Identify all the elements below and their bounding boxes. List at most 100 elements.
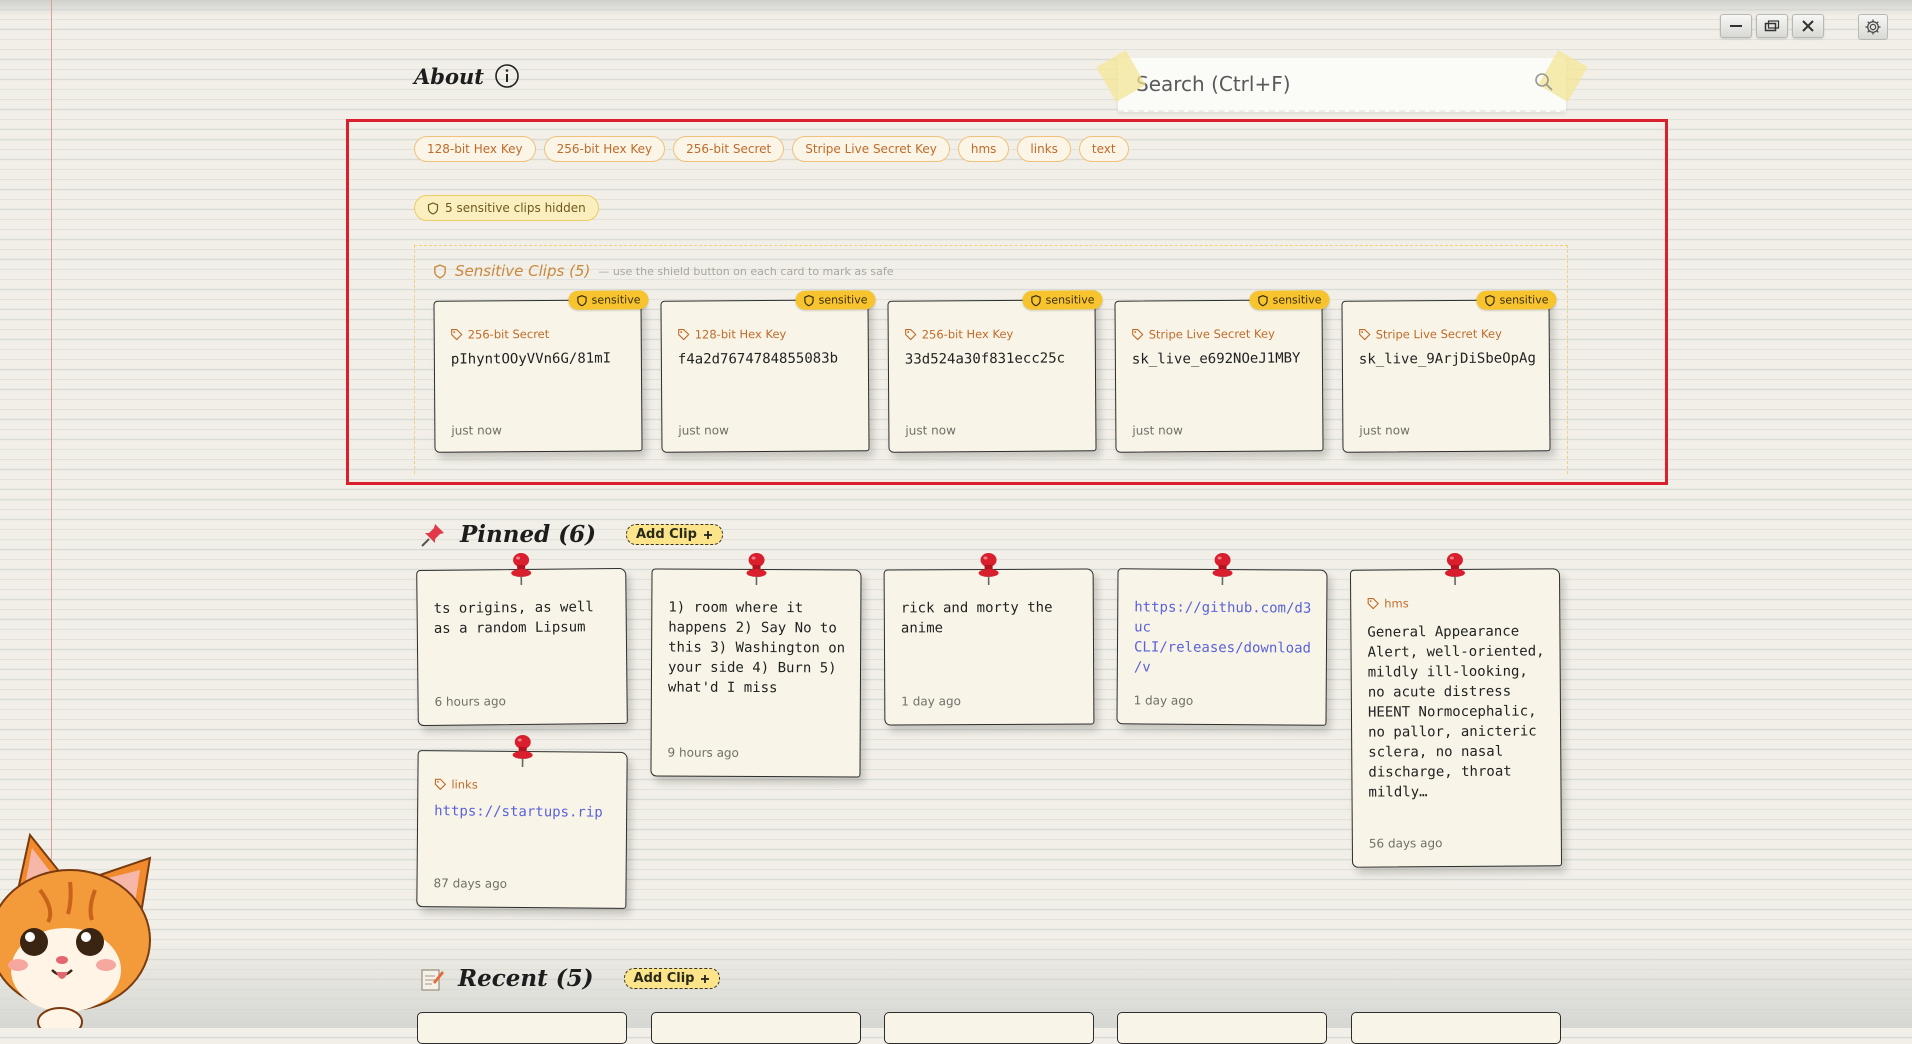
tag-icon	[905, 329, 917, 341]
info-icon[interactable]	[494, 63, 520, 89]
plus-icon	[701, 974, 710, 983]
about-title: About	[414, 63, 484, 89]
sensitive-badge[interactable]: sensitive	[795, 290, 876, 310]
note-link[interactable]: https://startups.rip	[434, 801, 612, 823]
note-time: 1 day ago	[1133, 693, 1194, 708]
tag-icon	[451, 329, 463, 341]
sensitive-hidden-label: 5 sensitive clips hidden	[445, 201, 586, 215]
note-time: 56 days ago	[1368, 836, 1443, 851]
pinned-section-header: Pinned (6) Add Clip	[420, 521, 723, 548]
shield-icon	[1031, 294, 1041, 306]
memo-icon	[421, 968, 444, 991]
close-button[interactable]	[1792, 14, 1824, 38]
sensitive-note: — use the shield button on each card to …	[598, 264, 894, 278]
card-tag-label: 128-bit Hex Key	[694, 326, 787, 342]
add-clip-button[interactable]: Add Clip	[625, 524, 723, 545]
note-tag-label: links	[451, 777, 478, 792]
sensitive-title: Sensitive Clips (5)	[455, 262, 591, 280]
pinned-note[interactable]: hms General Appearance Alert, well-orien…	[1349, 553, 1563, 868]
pinned-note[interactable]: rick and morty the anime 1 day ago	[883, 553, 1095, 726]
add-clip-button[interactable]: Add Clip	[623, 968, 721, 989]
card-tag-label: 256-bit Hex Key	[921, 326, 1014, 342]
sensitive-badge-label: sensitive	[1045, 293, 1095, 307]
shield-icon	[1485, 294, 1495, 306]
sensitive-card[interactable]: sensitive 256-bit Secret pIhyntOOyVVn6G/…	[433, 290, 649, 453]
card-value: pIhyntOOyVVn6G/81mI	[450, 350, 612, 368]
close-icon	[1802, 20, 1814, 32]
cat-mascot[interactable]	[0, 830, 160, 1028]
tag-filter[interactable]: 256-bit Secret	[673, 136, 785, 162]
note-link[interactable]: https://github.com/d3uc CLI/releases/dow…	[1134, 597, 1313, 678]
pinned-note[interactable]: ts origins, as well as a random Lipsum 6…	[416, 553, 628, 727]
note-text: 1) room where it happens 2) Say No to th…	[667, 599, 846, 697]
tag-filter[interactable]: hms	[957, 136, 1010, 162]
sensitive-header: Sensitive Clips (5) — use the shield but…	[433, 262, 893, 280]
minimize-icon	[1730, 25, 1742, 27]
tag-filter[interactable]: links	[1017, 136, 1071, 162]
sensitive-badge[interactable]: sensitive	[1476, 290, 1557, 310]
recent-note[interactable]	[1117, 1012, 1327, 1044]
sensitive-badge[interactable]: sensitive	[568, 290, 649, 310]
plus-icon	[703, 530, 712, 539]
card-time: just now	[905, 423, 956, 438]
shield-icon	[434, 263, 446, 279]
pushpin-icon	[511, 553, 532, 586]
about-header: About	[414, 63, 520, 89]
tag-icon	[434, 778, 447, 791]
pushpin-icon	[746, 553, 767, 586]
card-tag: 256-bit Hex Key	[905, 326, 1014, 342]
card-time: just now	[1359, 423, 1410, 438]
gear-icon	[1865, 19, 1881, 35]
sensitive-badge-label: sensitive	[1272, 293, 1322, 307]
note-time: 1 day ago	[901, 694, 961, 709]
sensitive-card[interactable]: sensitive 128-bit Hex Key f4a2d767478485…	[660, 290, 876, 453]
card-value: f4a2d7674784855083b	[677, 350, 839, 368]
sensitive-badge[interactable]: sensitive	[1022, 290, 1103, 310]
recent-note[interactable]	[884, 1012, 1094, 1044]
recent-note[interactable]	[651, 1012, 861, 1044]
tag-filter[interactable]: Stripe Live Secret Key	[792, 136, 950, 162]
sensitive-card[interactable]: sensitive 256-bit Hex Key 33d524a30f831e…	[887, 290, 1103, 453]
card-value: sk_live_e692NOeJ1MBY	[1131, 350, 1301, 368]
window-controls	[1720, 14, 1824, 38]
restore-button[interactable]	[1756, 14, 1788, 38]
tag-filter[interactable]: 128-bit Hex Key	[414, 136, 536, 162]
pinned-note[interactable]: links https://startups.rip 87 days ago	[416, 735, 628, 909]
pinned-note[interactable]: 1) room where it happens 2) Say No to th…	[650, 553, 862, 778]
note-text: rick and morty the anime	[900, 599, 1053, 637]
recent-section-header: Recent (5) Add Clip	[420, 965, 721, 992]
sensitive-card[interactable]: sensitive Stripe Live Secret Key sk_live…	[1114, 290, 1330, 453]
card-tag: Stripe Live Secret Key	[1132, 327, 1275, 342]
recent-note[interactable]	[1351, 1012, 1561, 1044]
shield-icon	[577, 294, 587, 306]
sensitive-badge-label: sensitive	[1499, 293, 1549, 307]
tag-filter-bar: 128-bit Hex Key 256-bit Hex Key 256-bit …	[414, 136, 1129, 162]
note-time: 9 hours ago	[667, 745, 739, 760]
sensitive-badge[interactable]: sensitive	[1249, 290, 1330, 310]
pushpin-icon	[512, 735, 533, 768]
sensitive-card[interactable]: sensitive Stripe Live Secret Key sk_live…	[1341, 290, 1557, 453]
search-input[interactable]	[1118, 58, 1516, 110]
search-icon[interactable]	[1534, 72, 1554, 92]
tag-filter[interactable]: 256-bit Hex Key	[543, 136, 666, 162]
pinned-note[interactable]: https://github.com/d3uc CLI/releases/dow…	[1116, 553, 1328, 726]
minimize-button[interactable]	[1720, 14, 1752, 38]
card-tag: Stripe Live Secret Key	[1359, 327, 1502, 342]
card-tag-label: Stripe Live Secret Key	[1375, 326, 1502, 342]
sensitive-hidden-toggle[interactable]: 5 sensitive clips hidden	[414, 195, 599, 221]
tag-icon	[1132, 329, 1144, 341]
card-time: just now	[451, 423, 502, 438]
pushpin-icon	[1444, 553, 1465, 586]
tag-filter[interactable]: text	[1078, 136, 1129, 162]
tag-icon	[1359, 329, 1371, 341]
tag-icon	[1367, 598, 1379, 610]
card-tag-label: 256-bit Secret	[467, 326, 550, 342]
pinned-title: Pinned (6)	[460, 521, 596, 548]
sensitive-badge-label: sensitive	[818, 293, 868, 307]
card-time: just now	[678, 423, 729, 438]
settings-button[interactable]	[1858, 14, 1888, 40]
recent-note[interactable]	[417, 1012, 627, 1044]
note-tag: links	[434, 777, 478, 792]
note-time: 6 hours ago	[434, 694, 506, 709]
card-value: sk_live_9ArjDiSbeOpAg	[1358, 350, 1536, 368]
